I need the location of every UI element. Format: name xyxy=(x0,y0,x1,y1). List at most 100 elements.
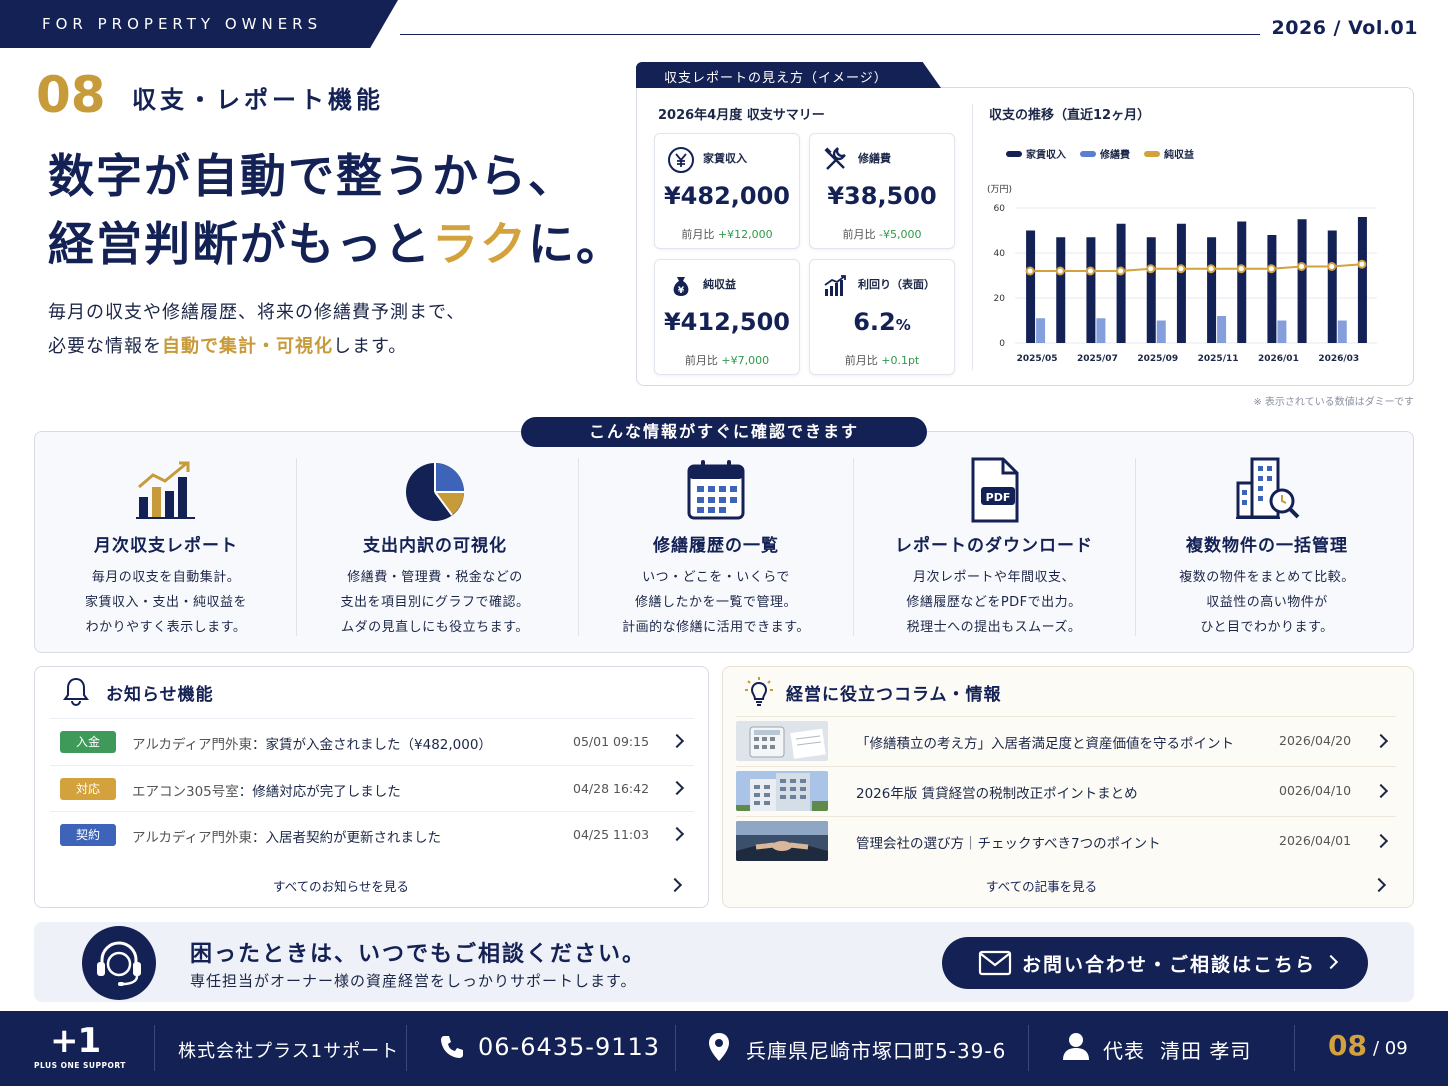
kpi-label: 家賃収入 xyxy=(703,152,747,165)
news-tag: 対応 xyxy=(60,778,116,800)
headset-icon xyxy=(82,926,156,1000)
footer-divider xyxy=(154,1025,155,1071)
news-title: お知らせ機能 xyxy=(106,685,214,705)
kpi-compare-label: 前月比 xyxy=(844,354,878,367)
point-net xyxy=(1025,266,1035,276)
columns-title: 経営に役立つコラム・情報 xyxy=(786,685,1002,705)
bar-repair xyxy=(1036,318,1046,343)
kpi-value-number: 6.2 xyxy=(853,308,896,336)
kpi-card-yield: 利回り（表面） 6.2% 前月比 +0.1pt xyxy=(809,259,955,375)
kpi-compare-value: -¥5,000 xyxy=(879,228,922,241)
calendar-icon xyxy=(681,455,751,525)
kpi-compare-label: 前月比 xyxy=(681,228,715,241)
y-tick-label: 0 xyxy=(999,339,1005,349)
y-axis-unit-label: (万円) xyxy=(987,184,1012,195)
lead-accent: 自動で集計・可視化 xyxy=(162,336,333,357)
kpi-compare: 前月比 +¥12,000 xyxy=(655,226,799,242)
feature-desc-line: 支出を項目別にグラフで確認。 xyxy=(340,595,530,610)
bar-rent xyxy=(1237,221,1247,343)
feature-separator xyxy=(578,458,579,636)
summary-title: 2026年4月度 収支サマリー xyxy=(658,108,825,123)
footer-divider xyxy=(1028,1025,1029,1071)
kpi-value-unit: % xyxy=(895,316,911,334)
kpi-label: 修繕費 xyxy=(858,152,891,165)
x-tick-label: 2026/03 xyxy=(1318,354,1359,364)
kpi-compare: 前月比 +¥7,000 xyxy=(655,352,799,368)
feature-desc-line: 計画的な修繕に活用できます。 xyxy=(622,620,810,635)
bar-rent xyxy=(1267,235,1277,343)
section-title: 収支・レポート機能 xyxy=(132,86,384,114)
news-time: 04/25 11:03 xyxy=(573,827,650,842)
legend-item-rent: 家賃収入 xyxy=(1006,146,1066,161)
kpi-compare-value: +¥7,000 xyxy=(721,354,770,367)
kpi-label: 純収益 xyxy=(703,278,736,291)
point-net xyxy=(1357,259,1367,269)
news-subject: アルカディア門外東 xyxy=(132,737,253,753)
hero-accent: ラク xyxy=(432,217,528,271)
pie-chart-icon xyxy=(400,455,470,525)
building-photo xyxy=(736,771,828,811)
chevron-right-icon xyxy=(1373,833,1389,849)
point-net xyxy=(1206,264,1216,274)
news-text: アルカディア門外東：家賃が入金されました（¥482,000） xyxy=(132,737,492,753)
point-net xyxy=(1297,262,1307,271)
bar-rent xyxy=(1327,230,1337,343)
x-tick-label: 2026/01 xyxy=(1258,354,1299,364)
building-search-icon xyxy=(1232,455,1302,525)
features-title: こんな情報がすぐに確認できます xyxy=(521,417,927,447)
columns-more-link[interactable]: すべての記事を見る xyxy=(986,876,1097,895)
phone-number[interactable]: 06-6435-9113 xyxy=(478,1033,660,1061)
bar-chart-growth-icon xyxy=(131,455,201,525)
point-net xyxy=(1116,266,1126,276)
tools-icon xyxy=(822,146,850,174)
lead-line-1: 毎月の収支や修繕履歴、将来の修繕費予測まで、 xyxy=(48,302,466,323)
feature-title: 修繕履歴の一覧 xyxy=(653,536,779,556)
footer: +1 PLUS ONE SUPPORT 株式会社プラス1サポート 06-6435… xyxy=(0,1011,1448,1086)
section-number: 08 xyxy=(36,66,106,124)
news-body: 家賃が入金されました（¥482,000） xyxy=(265,737,492,753)
bar-rent xyxy=(1146,237,1156,343)
point-net xyxy=(1266,264,1276,274)
bar-rent xyxy=(1026,230,1036,343)
money-bag-icon: ¥ xyxy=(667,272,695,300)
news-item[interactable]: 対応 エアコン305号室：修繕対応が完了しました 04/28 16:42 xyxy=(50,765,694,809)
calculator-photo xyxy=(736,721,828,761)
column-item[interactable]: 管理会社の選び方｜チェックすべき7つのポイント 2026/04/01 xyxy=(736,816,1396,862)
feature-desc-line: 家賃収入・支出・純収益を xyxy=(84,595,247,610)
bar-rent xyxy=(1297,219,1307,343)
bell-icon xyxy=(62,676,90,706)
feature-expense-breakdown: 支出内訳の可視化 修繕費・管理費・税金などの 支出を項目別にグラフで確認。 ムダの見… xyxy=(300,455,570,645)
pdf-icon: PDF xyxy=(959,455,1029,525)
feature-desc-line: 毎月の収支を自動集計。 xyxy=(91,570,241,585)
news-time: 04/28 16:42 xyxy=(573,781,650,796)
footer-divider xyxy=(675,1025,676,1071)
chevron-right-icon xyxy=(669,826,685,842)
report-preview-tab: 収支レポートの見え方（イメージ） xyxy=(636,62,941,88)
news-text: アルカディア門外東：入居者契約が更新されました xyxy=(132,830,442,846)
page-total: / 09 xyxy=(1373,1038,1408,1059)
kpi-compare-label: 前月比 xyxy=(684,354,718,367)
contact-button[interactable]: お問い合わせ・ご相談はこちら xyxy=(942,937,1368,989)
point-net xyxy=(1327,262,1337,271)
legend-label: 修繕費 xyxy=(1100,150,1130,161)
contact-button-label: お問い合わせ・ご相談はこちら xyxy=(1022,954,1317,976)
lightbulb-icon xyxy=(744,676,774,708)
footer-divider xyxy=(406,1025,407,1071)
column-date: 0026/04/10 xyxy=(1279,783,1352,798)
news-more-link[interactable]: すべてのお知らせを見る xyxy=(273,876,409,895)
line-net xyxy=(1030,263,1362,272)
hero-line-2: 経営判断がもっとラクに。 xyxy=(48,210,624,278)
news-item[interactable]: 契約 アルカディア門外東：入居者契約が更新されました 04/25 11:03 xyxy=(50,811,694,855)
kpi-value: 6.2% xyxy=(810,308,954,336)
legend-swatch xyxy=(1006,150,1022,157)
page-number: 08 xyxy=(1328,1029,1367,1062)
column-item[interactable]: 2026年版 賃貸経営の税制改正ポイントまとめ 0026/04/10 xyxy=(736,766,1396,812)
column-item[interactable]: 「修繕積立の考え方」入居者満足度と資産価値を守るポイント 2026/04/20 xyxy=(736,716,1396,762)
dummy-note: ※ 表示されている数値はダミーです xyxy=(1253,397,1414,408)
consult-title: 困ったときは、いつでもご相談ください。 xyxy=(190,942,647,967)
y-tick-label: 60 xyxy=(994,204,1006,214)
news-item[interactable]: 入金 アルカディア門外東：家賃が入金されました（¥482,000） 05/01 … xyxy=(50,718,694,762)
feature-desc-line: ムダの見直しにも役立ちます。 xyxy=(341,620,529,635)
chevron-right-icon xyxy=(669,780,685,796)
feature-repair-history: 修繕履歴の一覧 いつ・どこを・いくらで 修繕したかを一覧で管理。 計画的な修繕に活用… xyxy=(580,455,852,645)
